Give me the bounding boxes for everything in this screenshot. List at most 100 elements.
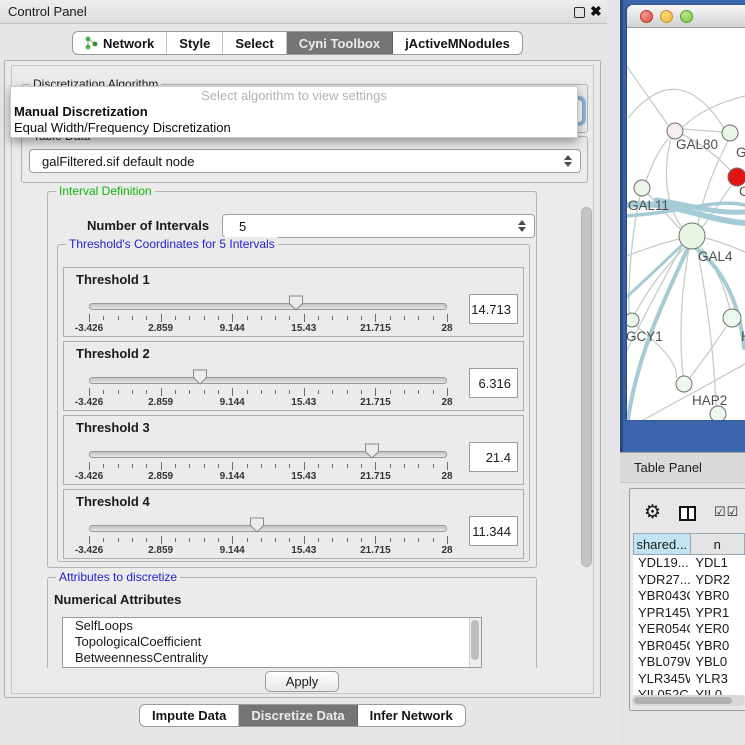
threshold-value-field[interactable]: 11.344 [469,516,518,546]
float-window-icon[interactable] [574,7,585,18]
threshold-label: Threshold 3 [76,420,150,435]
control-panel-title: Control Panel [8,4,87,19]
table-cell[interactable]: YBL0 [690,654,745,671]
slider-thumb[interactable] [250,517,265,536]
table-cell[interactable]: YBL079W [633,654,690,671]
column-header-n[interactable]: n [691,533,745,555]
tab-cyni-toolbox[interactable]: Cyni Toolbox [287,32,393,54]
slider-track[interactable] [89,303,447,310]
node-attribute-table[interactable]: shared...nYDL19...YDL1YDR27...YDR2YBR043… [633,533,745,695]
tab-impute-data[interactable]: Impute Data [140,705,239,726]
table-hscrollbar-thumb[interactable] [634,697,732,704]
tab-discretize-data[interactable]: Discretize Data [239,705,357,726]
network-node-gal11[interactable] [634,180,650,196]
control-panel-titlebar: Control Panel [0,0,607,24]
network-window-titlebar[interactable] [627,5,745,28]
number-of-intervals-combo[interactable]: 5 [222,214,535,238]
slider-tick-labels: -3.4262.8599.14415.4321.71528 [89,545,447,557]
table-cell[interactable]: YIL052C [633,687,690,695]
tab-select[interactable]: Select [223,32,286,54]
threshold-panel-3: Threshold 3-3.4262.8599.14415.4321.71528… [63,415,524,485]
threshold-value-field[interactable]: 21.4 [469,442,518,472]
table-cell[interactable]: YLR345W [633,671,690,688]
table-cell[interactable]: YDR2 [690,572,745,589]
close-icon[interactable]: ✖ [590,3,602,20]
table-row[interactable]: YBR043CYBR0 [633,588,745,605]
column-layout-icon[interactable] [679,506,696,521]
attribute-item-selfloops[interactable]: SelfLoops [63,618,481,634]
table-cell[interactable]: YBR0 [690,638,745,655]
threshold-value-field[interactable]: 14.713 [469,294,518,324]
table-cell[interactable]: YPR1 [690,605,745,622]
attribute-item-topologicalcoefficient[interactable]: TopologicalCoefficient [63,634,481,650]
table-row[interactable]: YBR045CYBR0 [633,638,745,655]
tab-label: jActiveMNodules [405,36,510,51]
network-canvas[interactable]: GAL80GACGAL11GAL4GCY1HHAP2 [627,28,745,420]
table-cell[interactable]: YDL19... [633,555,690,572]
panel-scrollbar-thumb[interactable] [581,207,592,567]
network-node-gal4[interactable] [679,223,705,249]
table-row[interactable]: YPR145WYPR1 [633,605,745,622]
tab-infer-network[interactable]: Infer Network [358,705,465,726]
table-cell[interactable]: YLR3 [690,671,745,688]
table-row[interactable]: YDL19...YDL1 [633,555,745,572]
dropdown-hint-item[interactable]: Select algorithm to view settings [11,87,577,104]
table-cell[interactable]: YDL1 [690,555,745,572]
network-node-h[interactable] [723,309,741,327]
network-node-ga[interactable] [722,125,738,141]
list-scrollbar-thumb[interactable] [471,620,479,660]
interval-definition-title: Interval Definition [56,184,155,198]
slider-ticks [89,388,447,397]
gear-icon[interactable]: ⚙ [644,501,661,524]
network-node-gcy1[interactable] [627,313,639,327]
top-tab-bar: NetworkStyleSelect Cyni Toolbox jActiveMNo… [72,31,523,55]
table-row[interactable]: YLR345WYLR3 [633,671,745,688]
close-traffic-light-icon[interactable] [640,10,653,23]
minimize-traffic-light-icon[interactable] [660,10,673,23]
slider-track[interactable] [89,525,447,532]
list-scrollbar-track[interactable] [469,618,481,667]
numerical-attributes-list[interactable]: SelfLoopsTopologicalCoefficientBetweenne… [62,617,482,668]
table-data-combo[interactable]: galFiltered.sif default node [29,149,581,173]
network-node[interactable] [710,406,726,420]
slider-track[interactable] [89,451,447,458]
threshold-panel-4: Threshold 4 -3.4262.8599.14415.4321.71528… [63,489,524,559]
table-row[interactable]: YIL052CYIL0 [633,687,745,695]
table-cell[interactable]: YER054C [633,621,690,638]
table-cell[interactable]: YER0 [690,621,745,638]
table-cell[interactable]: YPR145W [633,605,690,622]
threshold-panel-2: Threshold 2-3.4262.8599.14415.4321.71528… [63,341,524,411]
node-label: GA [736,145,745,160]
table-cell[interactable]: YBR0 [690,588,745,605]
dropdown-item-equal-width-frequency-discretization[interactable]: Equal Width/Frequency Discretization [11,120,577,136]
checkbox-icons[interactable]: ☑☑ [714,504,739,520]
threshold-value-field[interactable]: 6.316 [469,368,518,398]
table-row[interactable]: YER054CYER0 [633,621,745,638]
table-row[interactable]: YDR27...YDR2 [633,572,745,589]
dropdown-item-manual-discretization[interactable]: Manual Discretization [11,104,577,120]
table-cell[interactable]: YBR043C [633,588,690,605]
zoom-traffic-light-icon[interactable] [680,10,693,23]
table-cell[interactable]: YIL0 [690,687,745,695]
attribute-item-betweennesscentrality[interactable]: BetweennessCentrality [63,650,481,666]
tab-label: Cyni Toolbox [299,36,380,51]
slider-thumb[interactable] [192,369,207,388]
slider-thumb[interactable] [364,443,379,462]
slider-track[interactable] [89,377,447,384]
apply-button[interactable]: Apply [265,671,339,692]
attributes-group-title: Attributes to discretize [56,570,180,584]
column-header-shared[interactable]: shared... [633,533,691,555]
table-panel-titlebar: Table Panel [620,452,745,483]
slider-thumb[interactable] [288,295,303,314]
slider-tick-labels: -3.4262.8599.14415.4321.71528 [89,397,447,409]
table-cell[interactable]: YBR045C [633,638,690,655]
threshold-label: Threshold 4 [76,494,150,509]
network-node-hap2[interactable] [676,376,692,392]
tab-jactivemnodules[interactable]: jActiveMNodules [393,32,522,54]
tab-style[interactable]: Style [167,32,223,54]
network-icon [85,36,98,50]
table-row[interactable]: YBL079WYBL0 [633,654,745,671]
tab-network[interactable]: Network [73,32,167,54]
table-cell[interactable]: YDR27... [633,572,690,589]
node-label: GAL11 [628,198,669,213]
